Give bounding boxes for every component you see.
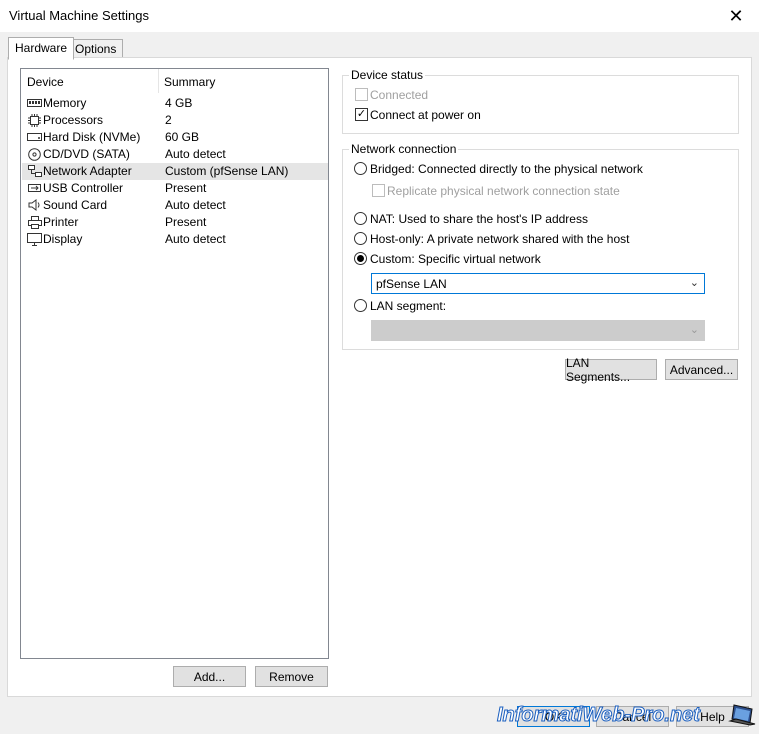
lan-segment-radio[interactable] <box>354 299 367 312</box>
device-summary: 60 GB <box>165 130 200 144</box>
chevron-down-icon: ⌄ <box>689 324 699 336</box>
device-name: Display <box>43 232 83 246</box>
column-header-summary[interactable]: Summary <box>164 75 215 89</box>
advanced-button[interactable]: Advanced... <box>665 359 738 380</box>
device-summary: Present <box>165 215 207 229</box>
replicate-state-checkbox[interactable] <box>372 184 385 197</box>
device-summary: Custom (pfSense LAN) <box>165 164 289 178</box>
custom-network-select[interactable]: pfSense LAN ⌄ <box>371 273 705 294</box>
nat-label: NAT: Used to share the host's IP address <box>370 212 588 226</box>
title-bar: Virtual Machine Settings ✕ <box>0 0 759 32</box>
cd-dvd-icon <box>27 147 42 161</box>
device-row-processors[interactable]: Processors 2 <box>22 112 328 129</box>
bridged-radio[interactable] <box>354 162 367 175</box>
device-row-hard-disk[interactable]: Hard Disk (NVMe) 60 GB <box>22 129 328 146</box>
host-only-radio[interactable] <box>354 232 367 245</box>
device-summary: 2 <box>165 113 172 127</box>
connected-checkbox[interactable] <box>355 88 368 101</box>
device-name: Network Adapter <box>43 164 132 178</box>
window-title: Virtual Machine Settings <box>9 8 149 23</box>
device-row-memory[interactable]: Memory 4 GB <box>22 95 328 112</box>
memory-icon <box>27 97 42 109</box>
lan-segments-button-label: LAN Segments... <box>566 355 631 384</box>
add-button[interactable]: Add... <box>173 666 246 687</box>
device-summary: Auto detect <box>165 232 226 246</box>
processor-icon <box>27 113 42 127</box>
usb-icon <box>27 182 42 194</box>
device-name: Printer <box>43 215 79 229</box>
device-row-printer[interactable]: Printer Present <box>22 214 328 231</box>
bridged-label: Bridged: Connected directly to the physi… <box>370 162 643 176</box>
connect-at-power-on-label: Connect at power on <box>370 108 481 122</box>
device-status-legend: Device status <box>349 68 426 82</box>
nat-radio[interactable] <box>354 212 367 225</box>
column-header-device[interactable]: Device <box>27 75 64 89</box>
device-row-usb-controller[interactable]: USB Controller Present <box>22 180 328 197</box>
host-only-label: Host-only: A private network shared with… <box>370 232 630 246</box>
device-summary: 4 GB <box>165 96 193 110</box>
close-icon: ✕ <box>728 5 744 26</box>
lan-segment-select[interactable]: ⌄ <box>371 320 705 341</box>
checkmark-icon: ✓ <box>356 108 367 120</box>
tab-hardware[interactable]: Hardware <box>8 37 75 60</box>
network-connection-legend: Network connection <box>349 142 459 156</box>
chevron-down-icon: ⌄ <box>689 277 699 289</box>
laptop-icon <box>728 703 756 732</box>
device-summary: Auto detect <box>165 147 226 161</box>
device-name: USB Controller <box>43 181 124 195</box>
printer-icon <box>27 215 42 229</box>
hard-disk-icon <box>27 131 42 143</box>
display-icon <box>27 232 42 246</box>
device-name: Processors <box>43 113 104 127</box>
tab-options[interactable]: Options <box>68 39 124 59</box>
device-status-group: Device status <box>342 68 739 134</box>
advanced-button-label: Advanced... <box>669 362 734 377</box>
device-summary: Auto detect <box>165 198 226 212</box>
connect-at-power-on-checkbox[interactable]: ✓ <box>355 108 368 121</box>
device-row-cd-dvd[interactable]: CD/DVD (SATA) Auto detect <box>22 146 328 163</box>
device-summary: Present <box>165 181 207 195</box>
custom-network-value: pfSense LAN <box>376 277 447 291</box>
add-button-label: Add... <box>193 669 226 684</box>
lan-segments-button[interactable]: LAN Segments... <box>565 356 657 384</box>
sound-card-icon <box>27 199 42 211</box>
device-row-display[interactable]: Display Auto detect <box>22 231 328 248</box>
device-name: Sound Card <box>43 198 108 212</box>
lan-segment-label: LAN segment: <box>370 299 447 313</box>
device-row-sound-card[interactable]: Sound Card Auto detect <box>22 197 328 214</box>
remove-button-label: Remove <box>269 669 314 684</box>
column-divider[interactable] <box>158 69 159 93</box>
connected-label: Connected <box>370 88 429 102</box>
custom-label: Custom: Specific virtual network <box>370 252 541 266</box>
replicate-state-label: Replicate physical network connection st… <box>387 184 620 198</box>
device-list[interactable]: Device Summary Memory 4 GB Processors 2 … <box>20 68 329 659</box>
device-name: CD/DVD (SATA) <box>43 147 130 161</box>
close-button[interactable]: ✕ <box>713 0 759 32</box>
device-name: Memory <box>43 96 87 110</box>
device-name: Hard Disk (NVMe) <box>43 130 141 144</box>
help-button-label: Help <box>700 709 725 724</box>
tab-options-label: Options <box>75 42 117 56</box>
network-adapter-icon <box>27 165 42 177</box>
watermark: InformatiWeb-Pro.net <box>497 704 701 727</box>
device-row-network-adapter[interactable]: Network Adapter Custom (pfSense LAN) <box>22 163 328 180</box>
remove-button[interactable]: Remove <box>255 666 328 687</box>
tab-hardware-label: Hardware <box>15 41 68 55</box>
custom-radio[interactable] <box>354 252 367 265</box>
